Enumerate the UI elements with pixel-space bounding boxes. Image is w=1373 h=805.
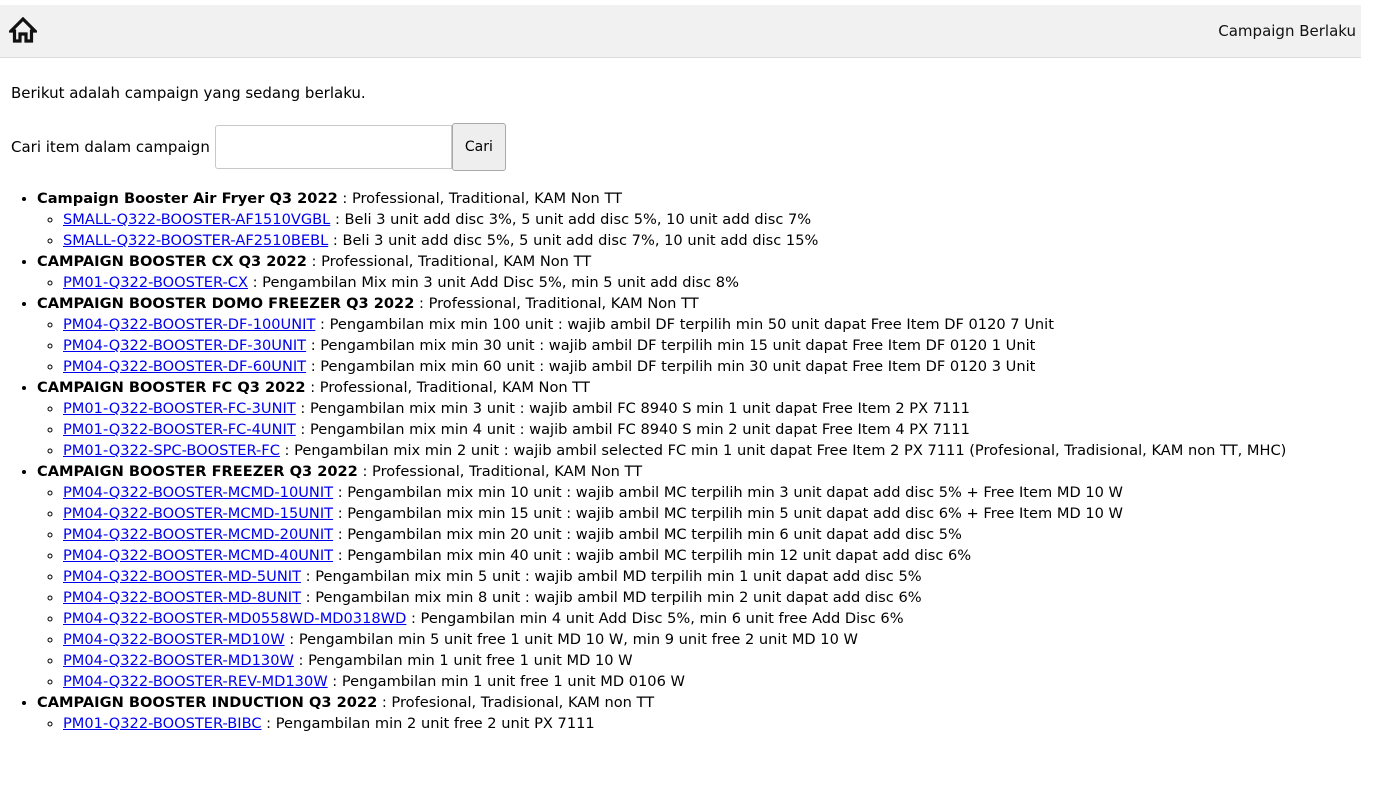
item-description: : Pengambilan Mix min 3 unit Add Disc 5%… <box>247 274 739 291</box>
list-item: PM01-Q322-BOOSTER-FC-4UNIT : Pengambilan… <box>63 419 1373 440</box>
home-icon[interactable] <box>9 17 37 43</box>
campaign-item-list: PM01-Q322-BOOSTER-FC-3UNIT : Pengambilan… <box>37 398 1373 461</box>
campaign-item: Campaign Booster Air Fryer Q3 2022 : Pro… <box>37 188 1373 251</box>
item-code-link[interactable]: SMALL-Q322-BOOSTER-AF1510VGBL <box>63 211 330 228</box>
item-code-link[interactable]: PM04-Q322-BOOSTER-REV-MD130W <box>63 673 328 690</box>
campaign-segments: : Professional, Traditional, KAM Non TT <box>414 295 699 312</box>
list-item: PM04-Q322-BOOSTER-MCMD-20UNIT : Pengambi… <box>63 524 1373 545</box>
item-description: : Pengambilan min 2 unit free 2 unit PX … <box>261 715 595 732</box>
list-item: SMALL-Q322-BOOSTER-AF2510BEBL : Beli 3 u… <box>63 230 1373 251</box>
search-button[interactable]: Cari <box>451 123 506 171</box>
item-code-link[interactable]: PM04-Q322-BOOSTER-MD10W <box>63 631 285 648</box>
item-code-link[interactable]: SMALL-Q322-BOOSTER-AF2510BEBL <box>63 232 328 249</box>
item-code-link[interactable]: PM01-Q322-BOOSTER-CX <box>63 274 248 291</box>
item-description: : Pengambilan min 1 unit free 1 unit MD … <box>293 652 633 669</box>
list-item: PM04-Q322-BOOSTER-MD10W : Pengambilan mi… <box>63 629 1373 650</box>
campaign-name: CAMPAIGN BOOSTER CX Q3 2022 <box>37 253 307 270</box>
campaign-item: CAMPAIGN BOOSTER CX Q3 2022 : Profession… <box>37 251 1373 293</box>
list-item: PM04-Q322-BOOSTER-MCMD-40UNIT : Pengambi… <box>63 545 1373 566</box>
list-item: PM04-Q322-BOOSTER-DF-30UNIT : Pengambila… <box>63 335 1373 356</box>
campaign-name: CAMPAIGN BOOSTER FREEZER Q3 2022 <box>37 463 358 480</box>
item-code-link[interactable]: PM04-Q322-BOOSTER-MCMD-40UNIT <box>63 547 333 564</box>
item-description: : Pengambilan mix min 40 unit : wajib am… <box>333 547 972 564</box>
campaign-item-list: PM04-Q322-BOOSTER-DF-100UNIT : Pengambil… <box>37 314 1373 377</box>
list-item: PM04-Q322-BOOSTER-DF-60UNIT : Pengambila… <box>63 356 1373 377</box>
campaign-name: CAMPAIGN BOOSTER FC Q3 2022 <box>37 379 306 396</box>
item-code-link[interactable]: PM04-Q322-BOOSTER-MCMD-10UNIT <box>63 484 333 501</box>
list-item: PM01-Q322-BOOSTER-BIBC : Pengambilan min… <box>63 713 1373 734</box>
campaign-segments: : Professional, Traditional, KAM Non TT <box>357 463 643 480</box>
campaign-name: Campaign Booster Air Fryer Q3 2022 <box>37 190 338 207</box>
item-code-link[interactable]: PM04-Q322-BOOSTER-MCMD-20UNIT <box>63 526 333 543</box>
campaign-item: CAMPAIGN BOOSTER FREEZER Q3 2022 : Profe… <box>37 461 1373 692</box>
campaign-item-list: SMALL-Q322-BOOSTER-AF1510VGBL : Beli 3 u… <box>37 209 1373 251</box>
list-item: PM04-Q322-BOOSTER-MD130W : Pengambilan m… <box>63 650 1373 671</box>
item-description: : Pengambilan mix min 100 unit : wajib a… <box>315 316 1054 333</box>
item-description: : Pengambilan min 5 unit free 1 unit MD … <box>284 631 858 648</box>
item-description: : Pengambilan mix min 8 unit : wajib amb… <box>301 589 922 606</box>
list-item: SMALL-Q322-BOOSTER-AF1510VGBL : Beli 3 u… <box>63 209 1373 230</box>
list-item: PM01-Q322-SPC-BOOSTER-FC : Pengambilan m… <box>63 440 1373 461</box>
item-code-link[interactable]: PM04-Q322-BOOSTER-MD-5UNIT <box>63 568 301 585</box>
top-bar: Campaign Berlaku <box>0 5 1361 58</box>
item-description: : Pengambilan mix min 5 unit : wajib amb… <box>301 568 922 585</box>
search-form: Cari item dalam campaign Cari <box>11 123 506 171</box>
list-item: PM04-Q322-BOOSTER-DF-100UNIT : Pengambil… <box>63 314 1373 335</box>
campaign-name: CAMPAIGN BOOSTER INDUCTION Q3 2022 <box>37 694 378 711</box>
item-description: : Pengambilan mix min 20 unit : wajib am… <box>333 526 962 543</box>
campaign-item: CAMPAIGN BOOSTER FC Q3 2022 : Profession… <box>37 377 1373 461</box>
campaign-item-list: PM01-Q322-BOOSTER-CX : Pengambilan Mix m… <box>37 272 1373 293</box>
list-item: PM04-Q322-BOOSTER-MD0558WD-MD0318WD : Pe… <box>63 608 1373 629</box>
campaign-segments: : Professional, Traditional, KAM Non TT <box>305 379 590 396</box>
page-title: Campaign Berlaku <box>1218 22 1356 40</box>
list-item: PM04-Q322-BOOSTER-MD-8UNIT : Pengambilan… <box>63 587 1373 608</box>
item-code-link[interactable]: PM01-Q322-BOOSTER-FC-4UNIT <box>63 421 296 438</box>
item-code-link[interactable]: PM04-Q322-BOOSTER-MD0558WD-MD0318WD <box>63 610 406 627</box>
campaign-segments: : Profesional, Tradisional, KAM non TT <box>377 694 655 711</box>
item-description: : Pengambilan min 4 unit Add Disc 5%, mi… <box>406 610 904 627</box>
campaign-item-list: PM04-Q322-BOOSTER-MCMD-10UNIT : Pengambi… <box>37 482 1373 692</box>
list-item: PM01-Q322-BOOSTER-FC-3UNIT : Pengambilan… <box>63 398 1373 419</box>
list-item: PM04-Q322-BOOSTER-MCMD-15UNIT : Pengambi… <box>63 503 1373 524</box>
list-item: PM04-Q322-BOOSTER-MD-5UNIT : Pengambilan… <box>63 566 1373 587</box>
item-description: : Pengambilan mix min 60 unit : wajib am… <box>306 358 1036 375</box>
search-input[interactable] <box>214 125 452 169</box>
item-description: : Pengambilan mix min 15 unit : wajib am… <box>333 505 1123 522</box>
campaign-item: CAMPAIGN BOOSTER DOMO FREEZER Q3 2022 : … <box>37 293 1373 377</box>
item-description: : Pengambilan min 1 unit free 1 unit MD … <box>327 673 685 690</box>
item-description: : Pengambilan mix min 4 unit : wajib amb… <box>295 421 970 438</box>
item-code-link[interactable]: PM04-Q322-BOOSTER-DF-60UNIT <box>63 358 306 375</box>
item-description: : Beli 3 unit add disc 5%, 5 unit add di… <box>328 232 819 249</box>
campaign-item-list: PM01-Q322-BOOSTER-BIBC : Pengambilan min… <box>37 713 1373 734</box>
campaign-segments: : Professional, Traditional, KAM Non TT <box>306 253 592 270</box>
item-description: : Pengambilan mix min 10 unit : wajib am… <box>333 484 1123 501</box>
list-item: PM04-Q322-BOOSTER-MCMD-10UNIT : Pengambi… <box>63 482 1373 503</box>
item-description: : Pengambilan mix min 30 unit : wajib am… <box>306 337 1036 354</box>
campaign-list: Campaign Booster Air Fryer Q3 2022 : Pro… <box>0 188 1373 734</box>
item-code-link[interactable]: PM01-Q322-BOOSTER-FC-3UNIT <box>63 400 296 417</box>
item-code-link[interactable]: PM04-Q322-BOOSTER-DF-30UNIT <box>63 337 306 354</box>
item-code-link[interactable]: PM04-Q322-BOOSTER-MCMD-15UNIT <box>63 505 333 522</box>
campaign-name: CAMPAIGN BOOSTER DOMO FREEZER Q3 2022 <box>37 295 415 312</box>
list-item: PM01-Q322-BOOSTER-CX : Pengambilan Mix m… <box>63 272 1373 293</box>
item-description: : Pengambilan mix min 3 unit : wajib amb… <box>295 400 970 417</box>
item-code-link[interactable]: PM04-Q322-BOOSTER-MD-8UNIT <box>63 589 301 606</box>
item-code-link[interactable]: PM04-Q322-BOOSTER-DF-100UNIT <box>63 316 315 333</box>
intro-text: Berikut adalah campaign yang sedang berl… <box>11 84 366 102</box>
item-code-link[interactable]: PM04-Q322-BOOSTER-MD130W <box>63 652 294 669</box>
search-label: Cari item dalam campaign <box>11 138 210 156</box>
list-item: PM04-Q322-BOOSTER-REV-MD130W : Pengambil… <box>63 671 1373 692</box>
campaign-segments: : Professional, Traditional, KAM Non TT <box>337 190 623 207</box>
item-description: : Beli 3 unit add disc 3%, 5 unit add di… <box>330 211 812 228</box>
item-code-link[interactable]: PM01-Q322-BOOSTER-BIBC <box>63 715 262 732</box>
campaign-item: CAMPAIGN BOOSTER INDUCTION Q3 2022 : Pro… <box>37 692 1373 734</box>
item-description: : Pengambilan mix min 2 unit : wajib amb… <box>279 442 1287 459</box>
item-code-link[interactable]: PM01-Q322-SPC-BOOSTER-FC <box>63 442 280 459</box>
